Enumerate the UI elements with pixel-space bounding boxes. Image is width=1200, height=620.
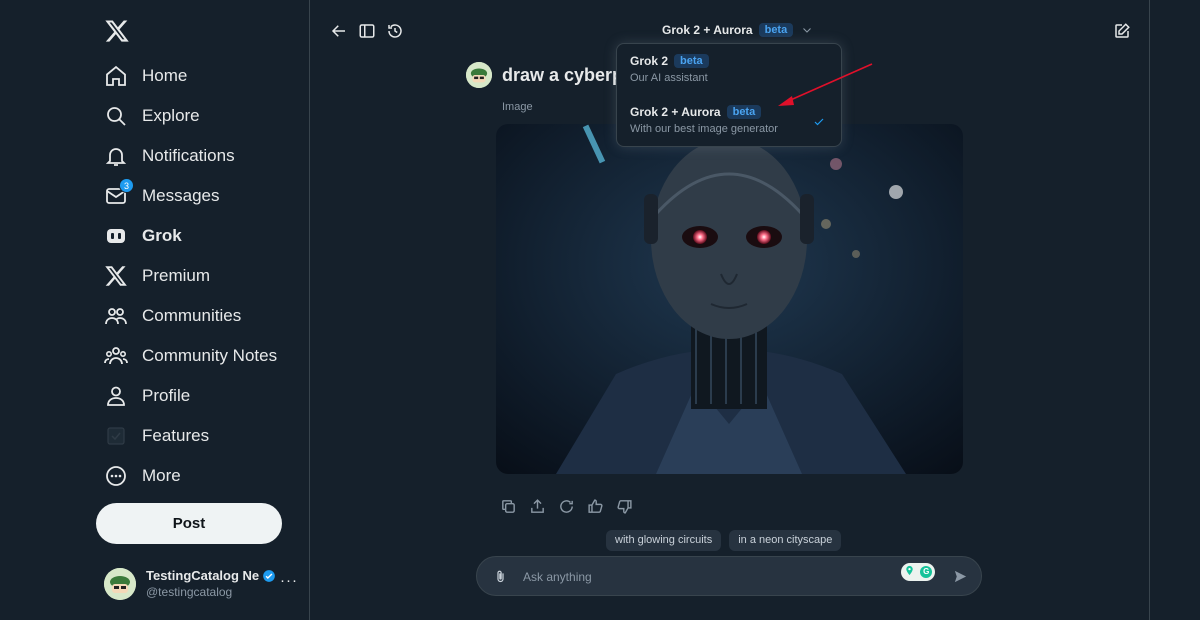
copy-icon[interactable] <box>500 498 517 515</box>
image-label: Image <box>502 101 533 113</box>
prompt-text: draw a cyberp <box>502 64 624 85</box>
nav-label: Notifications <box>142 146 235 165</box>
model-selector[interactable]: Grok 2 + Aurora beta <box>662 23 813 37</box>
option-title: Grok 2 <box>630 54 669 68</box>
compose-icon[interactable] <box>1113 22 1131 40</box>
nav-label: Community Notes <box>142 346 278 365</box>
account-name: TestingCatalog Ne <box>146 568 260 583</box>
beta-badge: beta <box>726 105 762 119</box>
avatar <box>104 568 136 600</box>
bell-icon <box>104 144 128 168</box>
nav-item-communities[interactable]: Communities <box>96 296 306 336</box>
option-title: Grok 2 + Aurora <box>630 105 721 119</box>
verified-badge-icon <box>263 570 276 582</box>
grok-main-panel: Grok 2 + Aurora beta draw a cyberp Image <box>310 0 1150 620</box>
generated-image[interactable] <box>496 124 963 474</box>
sidebar-toggle-icon[interactable] <box>358 22 376 40</box>
chevron-down-icon <box>803 28 812 33</box>
response-actions <box>500 498 645 515</box>
suggestion-chip[interactable]: with glowing circuits <box>606 530 722 551</box>
post-button[interactable]: Post <box>96 503 282 544</box>
ask-input[interactable] <box>523 567 883 587</box>
thumbs-up-icon[interactable] <box>587 498 604 515</box>
back-arrow-icon[interactable] <box>330 22 348 40</box>
x-logo-icon <box>104 264 128 288</box>
nav-item-notifications[interactable]: Notifications <box>96 136 306 176</box>
person-icon <box>104 384 128 408</box>
nav-label: Profile <box>142 386 191 405</box>
unread-badge: 3 <box>119 178 134 193</box>
nav-item-profile[interactable]: Profile <box>96 376 306 416</box>
model-name: Grok 2 + Aurora <box>662 23 753 37</box>
x-logo-icon[interactable] <box>104 18 130 44</box>
nav-label: Messages <box>142 186 220 205</box>
sidebar: Home Explore Notifications 3 Messages Gr… <box>0 0 310 620</box>
regenerate-icon[interactable] <box>558 498 575 515</box>
community-notes-icon <box>104 344 128 368</box>
nav-label: Communities <box>142 306 242 325</box>
share-icon[interactable] <box>529 498 546 515</box>
nav-label: Features <box>142 426 210 445</box>
home-icon <box>104 64 128 88</box>
more-circle-icon <box>104 464 128 488</box>
nav-item-grok[interactable]: Grok <box>96 216 306 256</box>
suggestion-chips: with glowing circuits in a neon cityscap… <box>606 530 849 551</box>
history-icon[interactable] <box>386 22 404 40</box>
account-more-icon[interactable]: ··· <box>280 572 298 589</box>
account-handle: @testingcatalog <box>146 585 233 599</box>
nav-label: Grok <box>142 226 182 245</box>
nav-item-messages[interactable]: 3 Messages <box>96 176 306 216</box>
annotation-arrow <box>778 63 873 106</box>
nav-label: Explore <box>142 106 200 125</box>
grammarly-icon: G <box>920 566 933 578</box>
user-prompt: draw a cyberp <box>466 62 623 88</box>
nav-item-more[interactable]: More <box>96 456 306 496</box>
mail-icon: 3 <box>104 178 134 208</box>
nav-label: Home <box>142 66 188 85</box>
option-subtitle: With our best image generator <box>630 123 778 135</box>
search-icon <box>104 104 128 128</box>
nav-item-home[interactable]: Home <box>96 56 306 96</box>
grammarly-widget[interactable]: G <box>901 563 935 581</box>
nav-label: Premium <box>142 266 211 285</box>
grok-icon <box>104 224 128 248</box>
send-icon[interactable] <box>953 569 968 584</box>
avatar <box>466 62 492 88</box>
beta-badge: beta <box>674 54 709 68</box>
message-composer: G <box>476 556 982 596</box>
account-switcher[interactable]: TestingCatalog Ne @testingcatalog ··· <box>104 566 304 602</box>
nav-label: More <box>142 466 181 485</box>
nav-item-features[interactable]: Features <box>96 416 306 456</box>
checkmark-icon <box>814 118 824 126</box>
attachment-icon[interactable] <box>493 569 508 584</box>
suggestion-chip[interactable]: in a neon cityscape <box>729 530 842 551</box>
nav-item-explore[interactable]: Explore <box>96 96 306 136</box>
nav-item-premium[interactable]: Premium <box>96 256 306 296</box>
primary-nav: Home Explore Notifications 3 Messages Gr… <box>96 56 306 496</box>
beta-badge: beta <box>758 23 794 37</box>
communities-icon <box>104 304 128 328</box>
features-icon <box>104 424 128 448</box>
location-pin-icon <box>904 563 915 581</box>
thumbs-down-icon[interactable] <box>616 498 633 515</box>
nav-item-community-notes[interactable]: Community Notes <box>96 336 306 376</box>
